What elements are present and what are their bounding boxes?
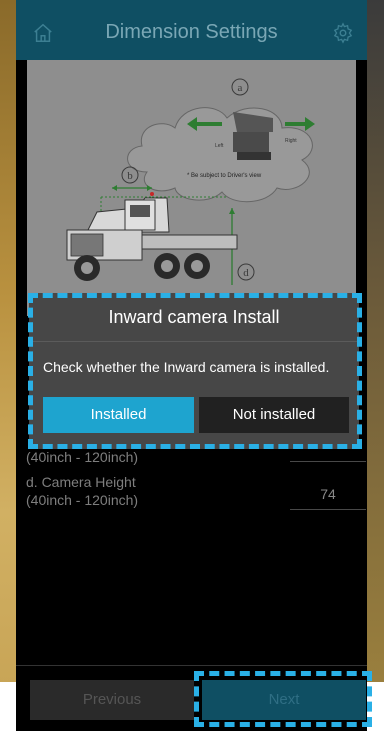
previous-button[interactable]: Previous xyxy=(30,680,194,720)
dimension-diagram: a Left Right * Be subject to Driver's vi… xyxy=(27,60,356,316)
marker-b-label: b xyxy=(127,170,133,182)
home-icon[interactable] xyxy=(32,22,54,44)
gear-icon[interactable] xyxy=(332,22,354,44)
driver-view-note: * Be subject to Driver's view xyxy=(187,173,262,179)
left-label: Left xyxy=(215,143,224,149)
next-button-highlight xyxy=(194,671,372,727)
truck-diagram-graphic: a Left Right * Be subject to Driver's vi… xyxy=(27,60,356,316)
top-header: Dimension Settings xyxy=(16,0,367,60)
background-left xyxy=(0,0,16,731)
page-title: Dimension Settings xyxy=(105,21,278,43)
footer-divider xyxy=(16,665,367,666)
right-label: Right xyxy=(285,138,297,144)
marker-d-label: d xyxy=(243,267,249,279)
marker-a-label: a xyxy=(238,82,243,94)
dialog-highlight xyxy=(28,293,362,449)
background-right xyxy=(367,0,384,731)
